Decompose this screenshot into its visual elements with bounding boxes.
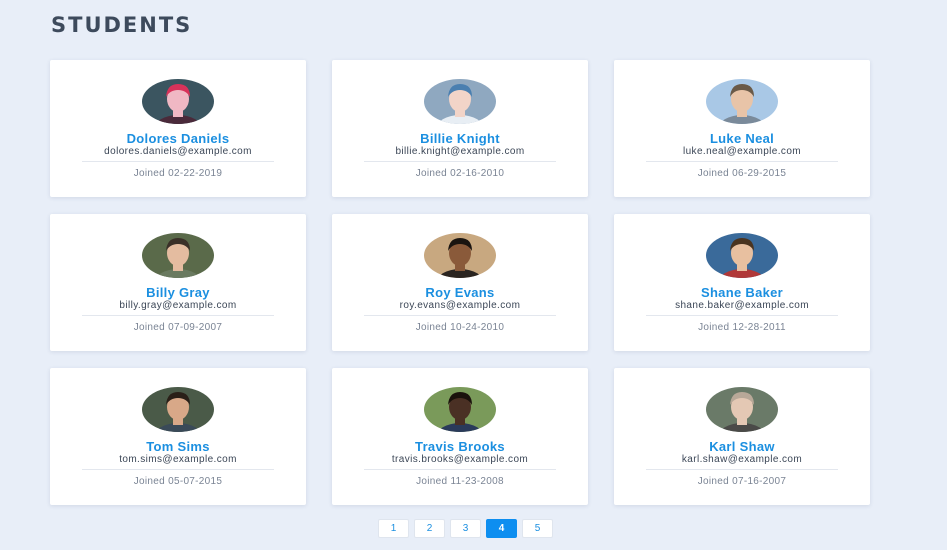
student-card[interactable]: Tom Sims tom.sims@example.com Joined 05-07…: [50, 368, 306, 505]
student-name[interactable]: Karl Shaw: [614, 439, 870, 454]
student-email: billie.knight@example.com: [395, 146, 525, 157]
student-card[interactable]: Shane Baker shane.baker@example.com Joined…: [614, 214, 870, 351]
person-photo-icon: [424, 233, 496, 278]
person-photo-icon: [424, 79, 496, 124]
student-email: luke.neal@example.com: [682, 146, 802, 157]
student-name[interactable]: Dolores Daniels: [50, 131, 306, 146]
student-email: travis.brooks@example.com: [391, 454, 529, 465]
joined-date: Joined 07-09-2007: [133, 322, 223, 333]
person-photo-icon: [706, 79, 778, 124]
joined-date: Joined 05-07-2015: [133, 476, 223, 487]
student-name[interactable]: Tom Sims: [50, 439, 306, 454]
pagination: 12345: [378, 519, 553, 538]
joined-date: Joined 11-23-2008: [416, 476, 504, 487]
divider: [82, 469, 274, 470]
student-email: billy.gray@example.com: [119, 300, 237, 311]
divider: [646, 161, 838, 162]
divider: [364, 469, 556, 470]
student-card[interactable]: Travis Brooks travis.brooks@example.com Jo…: [332, 368, 588, 505]
joined-date: Joined 06-29-2015: [697, 168, 787, 179]
student-email: shane.baker@example.com: [675, 300, 809, 311]
student-email: tom.sims@example.com: [119, 454, 237, 465]
student-card[interactable]: Luke Neal luke.neal@example.com Joined 06-…: [614, 60, 870, 197]
divider: [82, 315, 274, 316]
page-button-3[interactable]: 3: [450, 519, 481, 538]
person-photo-icon: [142, 387, 214, 432]
divider: [364, 161, 556, 162]
page-button-4[interactable]: 4: [486, 519, 517, 538]
person-photo-icon: [706, 387, 778, 432]
page-button-2[interactable]: 2: [414, 519, 445, 538]
joined-date: Joined 02-16-2010: [415, 168, 505, 179]
student-name[interactable]: Luke Neal: [614, 131, 870, 146]
person-photo-icon: [142, 233, 214, 278]
joined-date: Joined 02-22-2019: [133, 168, 223, 179]
person-photo-icon: [706, 233, 778, 278]
joined-date: Joined 10-24-2010: [415, 322, 505, 333]
student-card[interactable]: Billy Gray billy.gray@example.com Joined 0…: [50, 214, 306, 351]
divider: [364, 315, 556, 316]
student-email: karl.shaw@example.com: [681, 454, 803, 465]
person-photo-icon: [424, 387, 496, 432]
student-card[interactable]: Karl Shaw karl.shaw@example.com Joined 07-…: [614, 368, 870, 505]
divider: [646, 315, 838, 316]
page-button-5[interactable]: 5: [522, 519, 553, 538]
student-name[interactable]: Travis Brooks: [332, 439, 588, 454]
student-card[interactable]: Billie Knight billie.knight@example.com Jo…: [332, 60, 588, 197]
student-name[interactable]: Roy Evans: [332, 285, 588, 300]
joined-date: Joined 07-16-2007: [697, 476, 787, 487]
student-name[interactable]: Shane Baker: [614, 285, 870, 300]
page-title: STUDENTS: [51, 13, 193, 37]
student-name[interactable]: Billy Gray: [50, 285, 306, 300]
person-photo-icon: [142, 79, 214, 124]
student-card[interactable]: Roy Evans roy.evans@example.com Joined 10-…: [332, 214, 588, 351]
student-name[interactable]: Billie Knight: [332, 131, 588, 146]
student-card[interactable]: Dolores Daniels dolores.daniels@example.c…: [50, 60, 306, 197]
divider: [646, 469, 838, 470]
joined-date: Joined 12-28-2011: [698, 322, 786, 333]
student-email: dolores.daniels@example.com: [104, 146, 252, 157]
student-email: roy.evans@example.com: [399, 300, 521, 311]
page-button-1[interactable]: 1: [378, 519, 409, 538]
divider: [82, 161, 274, 162]
students-grid: Dolores Daniels dolores.daniels@example.c…: [50, 60, 870, 505]
